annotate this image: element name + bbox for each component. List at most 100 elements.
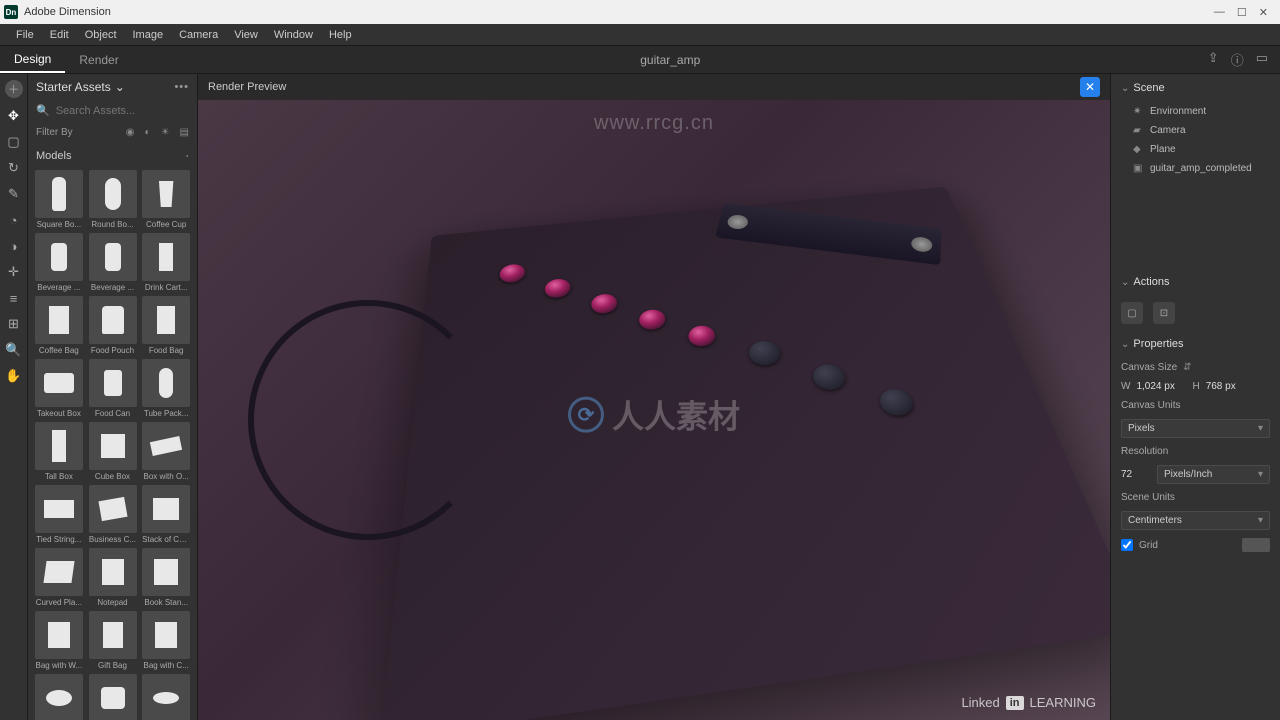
- canvas-size-label: Canvas Size: [1121, 362, 1177, 373]
- menu-help[interactable]: Help: [321, 29, 360, 41]
- asset-item[interactable]: Tube Pack...: [141, 359, 191, 418]
- scene-item[interactable]: ▣guitar_amp_completed: [1111, 159, 1280, 178]
- tab-design[interactable]: Design: [0, 46, 65, 73]
- asset-item[interactable]: Food Bag: [141, 296, 191, 355]
- asset-item[interactable]: Book Stan...: [141, 548, 191, 607]
- scene-item[interactable]: ▰Camera: [1111, 121, 1280, 140]
- asset-label: Stack of Ca...: [142, 535, 190, 544]
- asset-item[interactable]: Business C...: [88, 485, 138, 544]
- scene-section-header[interactable]: Scene: [1111, 74, 1280, 102]
- actions-section-header[interactable]: Actions: [1111, 268, 1280, 296]
- models-dot-icon[interactable]: ·: [185, 150, 189, 162]
- asset-item[interactable]: Box with O...: [141, 422, 191, 481]
- asset-item[interactable]: Takeout Box: [34, 359, 84, 418]
- link-icon[interactable]: ⇵: [1183, 362, 1191, 373]
- select-tool[interactable]: ✥: [6, 108, 22, 124]
- scene-item[interactable]: ✷Environment: [1111, 102, 1280, 121]
- asset-item[interactable]: Gift Bag: [88, 611, 138, 670]
- menu-window[interactable]: Window: [266, 29, 321, 41]
- menu-edit[interactable]: Edit: [42, 29, 77, 41]
- menu-view[interactable]: View: [226, 29, 266, 41]
- asset-label: Beverage ...: [89, 283, 137, 292]
- menu-camera[interactable]: Camera: [171, 29, 226, 41]
- menu-object[interactable]: Object: [77, 29, 125, 41]
- filter-models-icon[interactable]: ◉: [126, 127, 135, 138]
- asset-item[interactable]: Beverage ...: [34, 233, 84, 292]
- canvas-units-dropdown[interactable]: Pixels: [1121, 419, 1270, 438]
- asset-item[interactable]: Square Bo...: [34, 170, 84, 229]
- asset-item[interactable]: Tall Box: [34, 422, 84, 481]
- watermark-url: www.rrcg.cn: [594, 112, 714, 135]
- pan-tool[interactable]: ✋: [6, 368, 22, 384]
- scene-units-dropdown[interactable]: Centimeters: [1121, 511, 1270, 530]
- resolution-label: Resolution: [1121, 446, 1168, 457]
- zoom-tool[interactable]: 🔍: [6, 342, 22, 358]
- orbit-tool[interactable]: ▢: [6, 134, 22, 150]
- rotate-tool[interactable]: ↻: [6, 160, 22, 176]
- asset-item[interactable]: Beverage ...: [88, 233, 138, 292]
- assets-more-button[interactable]: •••: [174, 81, 189, 93]
- asset-item[interactable]: [34, 674, 84, 720]
- close-button[interactable]: ✕: [1259, 6, 1268, 19]
- asset-item[interactable]: Food Pouch: [88, 296, 138, 355]
- asset-item[interactable]: Tied String...: [34, 485, 84, 544]
- properties-section-header[interactable]: Properties: [1111, 330, 1280, 358]
- asset-item[interactable]: Coffee Bag: [34, 296, 84, 355]
- assets-title[interactable]: Starter Assets ⌄: [36, 80, 125, 94]
- height-input[interactable]: [1206, 381, 1256, 392]
- asset-item[interactable]: Curved Pla...: [34, 548, 84, 607]
- asset-item[interactable]: Cube Box: [88, 422, 138, 481]
- grid-color-swatch[interactable]: [1242, 538, 1270, 552]
- asset-item[interactable]: Bag with C...: [141, 611, 191, 670]
- action-align-button[interactable]: ⊡: [1153, 302, 1175, 324]
- align-tool[interactable]: ⊞: [6, 316, 22, 332]
- tab-render[interactable]: Render: [65, 46, 132, 73]
- asset-item[interactable]: Bag with W...: [34, 611, 84, 670]
- help-icon[interactable]: ⓘ: [1231, 50, 1244, 69]
- share-icon[interactable]: ⇪: [1208, 50, 1219, 69]
- asset-item[interactable]: [141, 674, 191, 720]
- feedback-icon[interactable]: ▭: [1256, 50, 1268, 69]
- sampler-tool[interactable]: ◔: [6, 212, 22, 228]
- search-input[interactable]: [56, 105, 198, 117]
- render-canvas[interactable]: www.rrcg.cn ⟳ 人人素材 Linkedin LEARNING: [198, 100, 1110, 720]
- asset-label: Tall Box: [35, 472, 83, 481]
- eyedropper-tool[interactable]: ◑: [6, 238, 22, 254]
- filter-images-icon[interactable]: ▤: [180, 127, 189, 138]
- menu-image[interactable]: Image: [125, 29, 172, 41]
- resolution-input[interactable]: [1121, 469, 1151, 480]
- asset-label: Square Bo...: [35, 220, 83, 229]
- filter-lights-icon[interactable]: ☀: [161, 127, 170, 138]
- scene-item[interactable]: ◆Plane: [1111, 140, 1280, 159]
- asset-label: Bag with W...: [35, 661, 83, 670]
- horizon-tool[interactable]: ≡: [6, 290, 22, 306]
- maximize-button[interactable]: ☐: [1237, 6, 1247, 19]
- amp-render: [380, 187, 1110, 720]
- action-frame-button[interactable]: ▢: [1121, 302, 1143, 324]
- asset-item[interactable]: Round Bo...: [88, 170, 138, 229]
- asset-item[interactable]: Notepad: [88, 548, 138, 607]
- move-tool[interactable]: ✛: [6, 264, 22, 280]
- grid-checkbox[interactable]: [1121, 539, 1133, 551]
- titlebar: Dn Adobe Dimension — ☐ ✕: [0, 0, 1280, 24]
- width-input[interactable]: [1136, 381, 1186, 392]
- search-icon: 🔍: [36, 104, 50, 117]
- wand-tool[interactable]: ✎: [6, 186, 22, 202]
- asset-item[interactable]: Stack of Ca...: [141, 485, 191, 544]
- add-tool[interactable]: ＋: [5, 80, 23, 98]
- asset-item[interactable]: Food Can: [88, 359, 138, 418]
- close-render-preview-button[interactable]: ✕: [1080, 77, 1100, 97]
- app-title: Adobe Dimension: [24, 6, 1214, 18]
- width-label: W: [1121, 381, 1130, 392]
- asset-label: Food Pouch: [89, 346, 137, 355]
- menu-file[interactable]: File: [8, 29, 42, 41]
- resolution-units-dropdown[interactable]: Pixels/Inch: [1157, 465, 1270, 484]
- asset-item[interactable]: [88, 674, 138, 720]
- minimize-button[interactable]: —: [1214, 6, 1225, 19]
- scene-item-icon: ▣: [1133, 163, 1144, 174]
- filter-materials-icon[interactable]: ◐: [145, 127, 151, 138]
- asset-item[interactable]: Coffee Cup: [141, 170, 191, 229]
- asset-label: Curved Pla...: [35, 598, 83, 607]
- asset-item[interactable]: Drink Cart...: [141, 233, 191, 292]
- asset-label: Coffee Bag: [35, 346, 83, 355]
